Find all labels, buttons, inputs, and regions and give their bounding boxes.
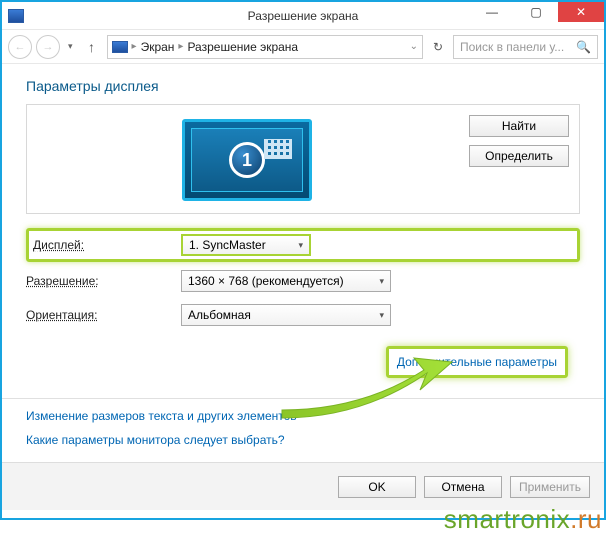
maximize-button[interactable]: ▢ [514,2,558,22]
search-icon: 🔍 [576,40,591,54]
forward-button[interactable]: → [36,35,60,59]
which-settings-link[interactable]: Какие параметры монитора следует выбрать… [26,433,580,447]
cancel-button[interactable]: Отмена [424,476,502,498]
refresh-button[interactable]: ↻ [427,40,449,54]
apply-button[interactable]: Применить [510,476,590,498]
close-button[interactable]: ✕ [558,2,604,22]
chevron-down-icon: ▾ [379,310,384,321]
content-area: Параметры дисплея 1 Найти Определить Дис… [2,64,604,447]
search-input[interactable]: Поиск в панели у... 🔍 [453,35,598,59]
page-title: Параметры дисплея [26,78,580,94]
calendar-grid-icon [264,139,292,159]
watermark-part1: smartronix [444,504,570,534]
search-placeholder: Поиск в панели у... [460,40,564,54]
breadcrumb-2[interactable]: Разрешение экрана [187,40,298,54]
chevron-right-icon: ▸ [132,41,137,52]
navbar: ← → ▾ ↑ ▸ Экран ▸ Разрешение экрана ⌄ ↻ … [2,30,604,64]
orientation-row: Ориентация: Альбомная ▾ [26,300,580,330]
window: Разрешение экрана — ▢ ✕ ← → ▾ ↑ ▸ Экран … [0,0,606,520]
display-row: Дисплей: 1. SyncMaster ▾ [26,228,580,262]
help-links: Изменение размеров текста и других элеме… [26,409,580,447]
find-button[interactable]: Найти [469,115,569,137]
chevron-down-icon: ▾ [298,240,303,251]
display-label: Дисплей: [33,238,181,252]
display-select[interactable]: 1. SyncMaster ▾ [181,234,311,256]
up-button[interactable]: ↑ [81,36,103,58]
monitor-icon [112,41,128,53]
monitor-thumbnail[interactable]: 1 [182,119,312,201]
display-preview-panel: 1 Найти Определить [26,104,580,214]
address-bar[interactable]: ▸ Экран ▸ Разрешение экрана ⌄ [107,35,423,59]
advanced-settings-link[interactable]: Дополнительные параметры [397,355,557,369]
dialog-footer: OK Отмена Применить [2,462,604,510]
resolution-select[interactable]: 1360 × 768 (рекомендуется) ▾ [181,270,391,292]
app-icon [8,9,24,23]
display-value: 1. SyncMaster [189,238,266,252]
orientation-select[interactable]: Альбомная ▾ [181,304,391,326]
text-size-link[interactable]: Изменение размеров текста и других элеме… [26,409,580,423]
settings-form: Дисплей: 1. SyncMaster ▾ Разрешение: 136… [26,228,580,330]
resolution-label: Разрешение: [26,274,181,288]
chevron-right-icon: ▸ [178,41,183,52]
chevron-down-icon: ▾ [379,276,384,287]
detect-button[interactable]: Определить [469,145,569,167]
advanced-settings-highlight: Дополнительные параметры [386,346,568,378]
orientation-value: Альбомная [188,308,251,322]
resolution-row: Разрешение: 1360 × 768 (рекомендуется) ▾ [26,266,580,296]
minimize-button[interactable]: — [470,2,514,22]
ok-button[interactable]: OK [338,476,416,498]
watermark: smartronix.ru [444,504,602,535]
back-button[interactable]: ← [8,35,32,59]
chevron-down-icon[interactable]: ⌄ [410,41,418,52]
history-dropdown-icon[interactable]: ▾ [64,41,77,52]
titlebar: Разрешение экрана — ▢ ✕ [2,2,604,30]
resolution-value: 1360 × 768 (рекомендуется) [188,274,344,288]
monitor-number-badge: 1 [229,142,265,178]
separator [2,398,604,399]
breadcrumb-1[interactable]: Экран [141,40,175,54]
watermark-part2: .ru [570,504,602,534]
monitor-screen: 1 [191,128,303,192]
orientation-label: Ориентация: [26,308,181,322]
window-buttons: — ▢ ✕ [470,2,604,22]
